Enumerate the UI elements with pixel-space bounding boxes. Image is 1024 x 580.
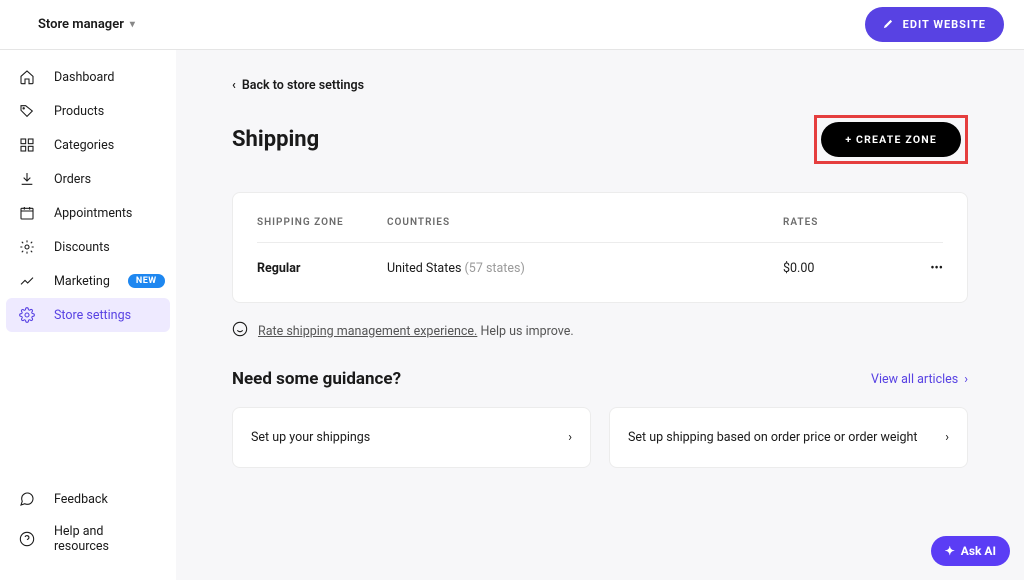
- new-badge: NEW: [128, 274, 165, 288]
- chevron-right-icon: ›: [568, 430, 572, 445]
- guide-card-label: Set up shipping based on order price or …: [628, 430, 918, 445]
- column-header-rates: RATES: [783, 217, 903, 228]
- store-manager-switcher[interactable]: Store manager ▾: [38, 17, 135, 32]
- column-header-zone: SHIPPING ZONE: [257, 217, 387, 228]
- feedback-tail: Help us improve.: [480, 324, 573, 339]
- chevron-right-icon: ›: [945, 430, 949, 445]
- gear-icon: [18, 238, 36, 256]
- rate-experience-link[interactable]: Rate shipping management experience.: [258, 324, 477, 339]
- column-header-countries: COUNTRIES: [387, 217, 783, 228]
- sparkle-icon: ✦: [945, 544, 955, 558]
- feedback-prompt: Rate shipping management experience. Hel…: [232, 321, 968, 341]
- sidebar-item-appointments[interactable]: Appointments: [6, 196, 170, 230]
- sidebar-item-label: Products: [54, 104, 104, 119]
- sidebar-item-dashboard[interactable]: Dashboard: [6, 60, 170, 94]
- zone-rate: $0.00: [783, 261, 903, 276]
- guide-card-price-weight-shipping[interactable]: Set up shipping based on order price or …: [609, 407, 968, 468]
- home-icon: [18, 68, 36, 86]
- sidebar-item-label: Appointments: [54, 206, 132, 221]
- download-icon: [18, 170, 36, 188]
- sidebar-item-store-settings[interactable]: Store settings: [6, 298, 170, 332]
- sidebar-item-label: Dashboard: [54, 70, 114, 85]
- sidebar-item-label: Discounts: [54, 240, 110, 255]
- sidebar: Dashboard Products Categories Orders App…: [0, 50, 176, 580]
- country-name: United States: [387, 261, 461, 276]
- sidebar-item-orders[interactable]: Orders: [6, 162, 170, 196]
- edit-website-button[interactable]: EDIT WEBSITE: [865, 7, 1004, 42]
- shipping-zones-card: SHIPPING ZONE COUNTRIES RATES Regular Un…: [232, 192, 968, 303]
- tag-icon: [18, 102, 36, 120]
- sidebar-item-label: Feedback: [54, 492, 108, 507]
- chevron-left-icon: ‹: [232, 78, 236, 93]
- sliders-icon: [18, 306, 36, 324]
- create-zone-highlight: + CREATE ZONE: [814, 115, 968, 164]
- chart-icon: [18, 272, 36, 290]
- view-all-label: View all articles: [871, 372, 958, 387]
- sidebar-item-label: Store settings: [54, 308, 131, 323]
- pencil-icon: [883, 17, 895, 32]
- ask-ai-button[interactable]: ✦ Ask AI: [931, 536, 1010, 566]
- country-count: (57 states): [465, 261, 525, 276]
- guide-card-label: Set up your shippings: [251, 430, 370, 445]
- sidebar-item-categories[interactable]: Categories: [6, 128, 170, 162]
- zone-country: United States (57 states): [387, 261, 783, 276]
- back-link[interactable]: ‹ Back to store settings: [232, 78, 968, 93]
- guide-card-setup-shipping[interactable]: Set up your shippings ›: [232, 407, 591, 468]
- question-icon: [18, 530, 36, 548]
- chat-icon: [18, 490, 36, 508]
- main-content: ‹ Back to store settings Shipping + CREA…: [176, 50, 1024, 580]
- grid-icon: [18, 136, 36, 154]
- zone-name: Regular: [257, 261, 387, 276]
- sidebar-item-label: Categories: [54, 138, 114, 153]
- sidebar-item-help[interactable]: Help and resources: [6, 516, 170, 562]
- guidance-title: Need some guidance?: [232, 369, 401, 389]
- store-switcher-label: Store manager: [38, 17, 124, 32]
- chevron-down-icon: ▾: [130, 19, 135, 30]
- sidebar-item-products[interactable]: Products: [6, 94, 170, 128]
- sidebar-item-label: Help and resources: [54, 524, 158, 554]
- sidebar-item-discounts[interactable]: Discounts: [6, 230, 170, 264]
- table-header: SHIPPING ZONE COUNTRIES RATES: [257, 217, 943, 243]
- create-zone-button[interactable]: + CREATE ZONE: [821, 122, 961, 157]
- view-all-articles-link[interactable]: View all articles ›: [871, 372, 968, 387]
- chevron-right-icon: ›: [964, 372, 968, 387]
- table-row[interactable]: Regular United States (57 states) $0.00 …: [257, 243, 943, 276]
- row-actions-button[interactable]: •••: [903, 261, 943, 276]
- ask-ai-label: Ask AI: [961, 544, 996, 558]
- sidebar-item-label: Orders: [54, 172, 91, 187]
- sidebar-item-label: Marketing: [54, 274, 110, 289]
- sidebar-item-feedback[interactable]: Feedback: [6, 482, 170, 516]
- back-link-label: Back to store settings: [242, 78, 364, 93]
- edit-website-label: EDIT WEBSITE: [903, 18, 986, 31]
- calendar-icon: [18, 204, 36, 222]
- sidebar-item-marketing[interactable]: Marketing NEW: [6, 264, 170, 298]
- smile-icon: [232, 321, 248, 341]
- page-title: Shipping: [232, 127, 319, 152]
